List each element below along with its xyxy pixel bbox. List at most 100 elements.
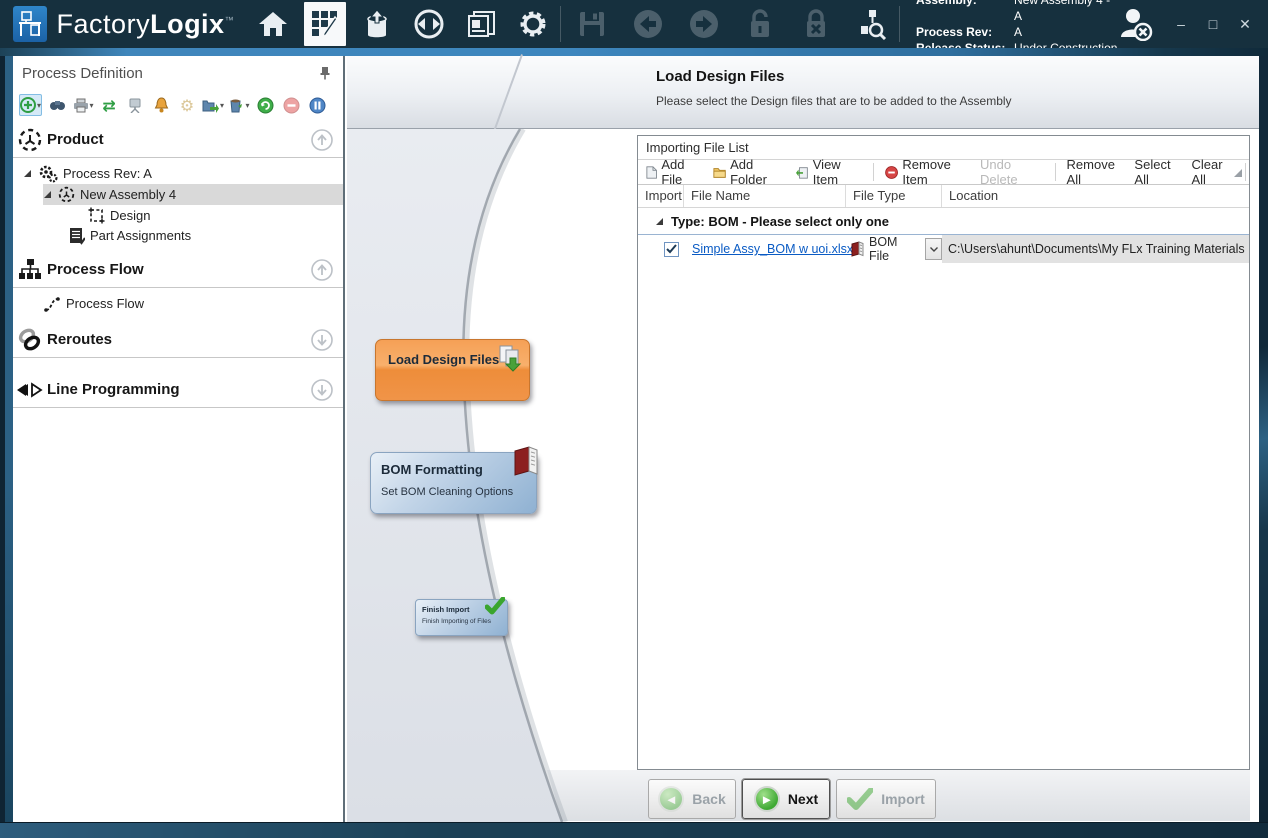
tree-item-design[interactable]: Design [88, 205, 150, 226]
remove-all-button[interactable]: Remove All [1065, 157, 1127, 187]
application-window: FactoryLogix™ [0, 0, 1268, 838]
next-button[interactable]: ► Next [742, 779, 830, 819]
column-header-file-type[interactable]: File Type [846, 185, 942, 207]
clear-all-button[interactable]: Clear All [1190, 157, 1237, 187]
refresh-status-icon[interactable] [254, 94, 276, 116]
file-list-title: Importing File List [638, 136, 1249, 159]
process-rev-value: A [1014, 24, 1118, 40]
flow-step-finish-import[interactable]: Finish Import Finish Importing of Files [415, 599, 508, 636]
delete-icon[interactable]: ▾ [228, 94, 250, 116]
wizard-area: Load Design Files Please select the Desi… [347, 56, 1259, 822]
tree-item-process-rev[interactable]: Process Rev: A [23, 163, 152, 184]
design-icon [88, 207, 105, 224]
remove-status-icon[interactable] [280, 94, 302, 116]
sidebar-toolbar: ▾ ▾ ⇄ ⚙ ▾ ▾ [19, 92, 339, 118]
section-line-programming[interactable]: Line Programming [13, 372, 343, 408]
user-logout-icon[interactable] [1118, 7, 1154, 41]
section-reroutes[interactable]: Reroutes [13, 322, 343, 358]
tree-item-process-flow[interactable]: Process Flow [43, 293, 144, 314]
collapse-up-icon[interactable] [311, 259, 333, 281]
undo-delete-button[interactable]: Undo Delete [978, 157, 1046, 187]
page-subtitle: Please select the Design files that are … [656, 94, 1012, 108]
chevron-down-icon: ▾ [90, 101, 94, 110]
toolbar-separator [899, 6, 900, 42]
save-icon[interactable] [571, 2, 613, 46]
maximize-button[interactable]: □ [1204, 16, 1222, 32]
gear-icon[interactable]: ⚙ [176, 94, 198, 116]
section-label: Reroutes [47, 331, 112, 348]
view-item-button[interactable]: View Item [794, 157, 865, 187]
column-header-file-name[interactable]: File Name [684, 185, 846, 207]
home-icon[interactable] [252, 2, 294, 46]
group-label: Type: BOM - Please select only one [671, 214, 889, 229]
pause-status-icon[interactable] [306, 94, 328, 116]
back-arrow-icon: ◄ [658, 786, 684, 812]
grid-column-headers: Import File Name File Type Location [638, 185, 1249, 208]
pin-icon[interactable] [319, 66, 331, 80]
tree-item-label: Process Rev: A [63, 166, 152, 181]
print-icon[interactable]: ▾ [72, 94, 94, 116]
tree-item-label: Part Assignments [90, 228, 191, 243]
column-header-location[interactable]: Location [942, 185, 1249, 207]
tree-item-label: Process Flow [66, 296, 144, 311]
back-button[interactable]: ◄ Back [648, 779, 736, 819]
audit-search-icon[interactable] [851, 2, 893, 46]
expander-icon[interactable] [23, 169, 33, 178]
tree-item-new-assembly[interactable]: New Assembly 4 [43, 184, 343, 205]
lock-cancel-icon[interactable] [795, 2, 837, 46]
minimize-button[interactable]: – [1172, 16, 1190, 32]
unlock-icon[interactable] [739, 2, 781, 46]
import-cell [638, 235, 684, 263]
flow-step-bom-formatting[interactable]: BOM Formatting Set BOM Cleaning Options [370, 452, 537, 514]
column-header-import[interactable]: Import [638, 185, 684, 207]
window-border-left [0, 56, 13, 822]
redo-icon[interactable] [683, 2, 725, 46]
import-button[interactable]: Import [836, 779, 936, 819]
import-checkbox[interactable] [664, 242, 679, 257]
reroutes-chain-icon [13, 327, 47, 353]
gears-icon [38, 165, 58, 183]
load-files-icon [497, 344, 523, 372]
process-definition-icon[interactable] [304, 2, 346, 46]
select-all-button[interactable]: Select All [1132, 157, 1183, 187]
bom-file-icon [850, 241, 865, 257]
documents-icon[interactable] [460, 2, 502, 46]
file-type-dropdown[interactable] [925, 238, 942, 260]
file-list-toolbar: Add File Add Folder View Item Remove Ite… [638, 159, 1249, 185]
bell-icon[interactable] [150, 94, 172, 116]
page-title: Load Design Files [656, 68, 784, 85]
file-name-link[interactable]: Simple Assy_BOM w uoi.xlsx [692, 242, 853, 256]
collapse-down-icon[interactable] [311, 329, 333, 351]
wizard-header [347, 56, 1259, 129]
settings-gear-icon[interactable] [512, 2, 554, 46]
find-icon[interactable] [46, 94, 68, 116]
group-expander-icon[interactable] [655, 217, 664, 226]
presentation-icon[interactable] [124, 94, 146, 116]
expander-icon[interactable] [43, 190, 53, 199]
shuffle-icon[interactable]: ⇄ [98, 94, 120, 116]
export-folder-icon[interactable]: ▾ [202, 94, 224, 116]
add-icon[interactable]: ▾ [19, 94, 42, 116]
file-type-cell: BOM File [846, 235, 942, 263]
collapse-down-icon[interactable] [311, 379, 333, 401]
add-folder-icon [713, 166, 726, 179]
collapse-up-icon[interactable] [311, 129, 333, 151]
add-file-button[interactable]: Add File [644, 157, 705, 187]
tree-item-part-assignments[interactable]: Part Assignments [69, 225, 191, 246]
undo-icon[interactable] [627, 2, 669, 46]
section-process-flow[interactable]: Process Flow [13, 252, 343, 288]
flow-step-load-design-files[interactable]: Load Design Files [375, 339, 530, 401]
toolbar-overflow-grip[interactable] [1234, 169, 1242, 177]
process-rev-label: Process Rev: [916, 24, 1008, 40]
remove-item-button[interactable]: Remove Item [883, 157, 972, 187]
sync-icon[interactable] [408, 2, 450, 46]
next-arrow-icon: ► [754, 786, 780, 812]
brand-wordmark: FactoryLogix™ [57, 9, 235, 40]
section-product[interactable]: Product [13, 122, 343, 158]
data-import-icon[interactable] [356, 2, 398, 46]
toolbar-separator [1245, 163, 1246, 181]
panel-title: Process Definition [22, 65, 143, 82]
group-row-bom[interactable]: Type: BOM - Please select only one [638, 208, 1249, 235]
close-button[interactable]: ✕ [1236, 16, 1254, 33]
add-folder-button[interactable]: Add Folder [711, 157, 788, 187]
